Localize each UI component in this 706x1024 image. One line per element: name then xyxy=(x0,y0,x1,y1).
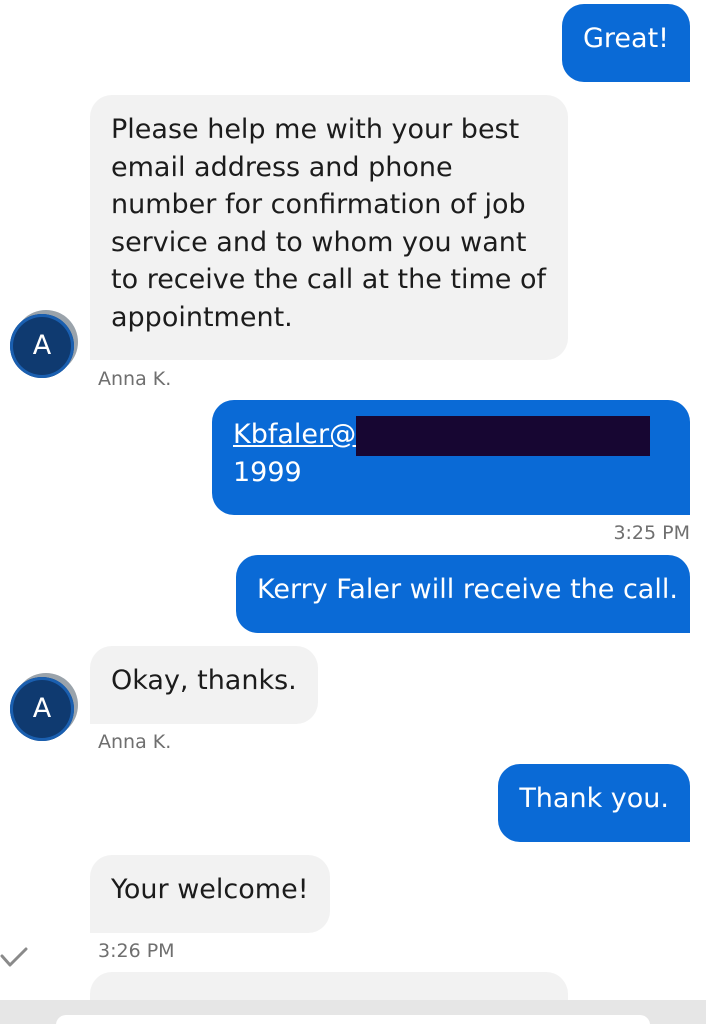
chat-thread: Great! Please help me with your best ema… xyxy=(0,0,706,1024)
message-text: Okay, thanks. xyxy=(111,665,297,696)
message-text-line: email address and phone xyxy=(111,151,453,183)
message-timestamp: 3:26 PM xyxy=(98,940,175,962)
message-text-line: number for confirmation of job xyxy=(111,189,526,220)
message-text: Thank you. xyxy=(519,783,669,814)
message-text-line: appointment. xyxy=(111,301,293,333)
message-timestamp: 3:25 PM xyxy=(613,522,690,544)
sender-name: Anna K. xyxy=(98,731,172,753)
message-text-line: service and to whom you want xyxy=(111,226,527,258)
message-text: 1999 xyxy=(233,456,302,488)
message-text-line: Please help me with your best xyxy=(111,114,520,145)
checkmark-icon xyxy=(0,947,28,967)
outgoing-message-bubble[interactable]: Thank you. xyxy=(498,764,690,842)
message-input[interactable] xyxy=(56,1015,650,1024)
outgoing-message-bubble[interactable]: Kerry Faler will receive the call. xyxy=(236,555,690,633)
email-link[interactable]: Kbfaler@ xyxy=(233,419,356,450)
message-text: Kerry Faler will receive the call. xyxy=(257,574,678,605)
message-text-line: to receive the call at the time of xyxy=(111,264,547,295)
message-text: Your welcome! xyxy=(111,874,309,905)
redaction-box xyxy=(356,416,650,456)
sender-name: Anna K. xyxy=(98,368,172,390)
sender-avatar[interactable]: A xyxy=(10,677,74,741)
incoming-message-bubble[interactable]: Please help me with your best email addr… xyxy=(90,95,568,360)
incoming-message-bubble[interactable]: Okay, thanks. xyxy=(90,646,318,724)
outgoing-message-bubble[interactable]: Great! xyxy=(562,4,690,82)
sender-avatar[interactable]: A xyxy=(10,314,74,378)
message-text: Great! xyxy=(583,23,669,54)
incoming-message-bubble[interactable]: Your welcome! xyxy=(90,855,330,933)
